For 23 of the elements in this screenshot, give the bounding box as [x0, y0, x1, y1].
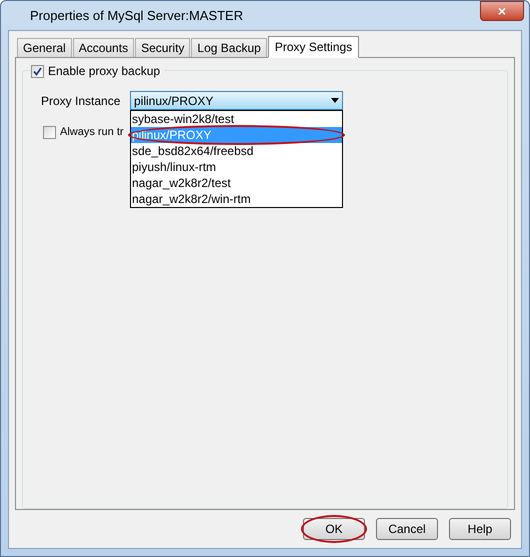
dialog-button[interactable]: OK — [303, 518, 365, 540]
field-label: Proxy Instance — [41, 92, 122, 110]
dropdown-value: pilinux/PROXY — [134, 92, 214, 110]
dropdown-option[interactable]: piyush/linux-rtm — [131, 159, 342, 175]
tab[interactable]: General — [17, 38, 72, 57]
checkmark-icon — [33, 66, 42, 76]
window-title: Properties of MySql Server:MASTER — [30, 6, 244, 25]
dropdown-arrow-icon — [331, 98, 339, 103]
tab[interactable]: Security — [135, 38, 190, 57]
dropdown-option[interactable]: sybase-win2k8/test — [131, 111, 342, 127]
dialog-button[interactable]: Cancel — [376, 518, 438, 540]
dropdown-option[interactable]: nagar_w2k8r2/win-rtm — [131, 191, 342, 207]
dropdown-field[interactable]: pilinux/PROXY — [130, 91, 343, 110]
tab[interactable]: Proxy Settings — [268, 36, 360, 58]
checkbox-label: Always run tr — [60, 125, 124, 140]
dialog-button[interactable]: Help — [449, 518, 511, 540]
dropdown-option[interactable]: sde_bsd82x64/freebsd — [131, 143, 342, 159]
tab[interactable]: Log Backup — [191, 38, 267, 57]
checkbox[interactable] — [31, 64, 44, 78]
checkbox[interactable] — [43, 126, 56, 139]
dropdown-option[interactable]: nagar_w2k8r2/test — [131, 175, 342, 191]
checkbox-label: Enable proxy backup — [48, 63, 160, 80]
tab[interactable]: Accounts — [72, 38, 134, 57]
